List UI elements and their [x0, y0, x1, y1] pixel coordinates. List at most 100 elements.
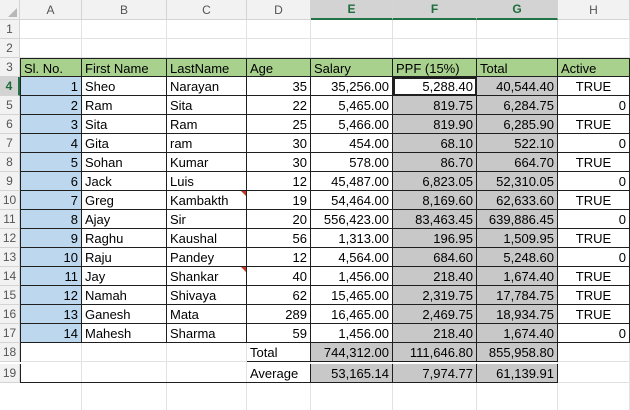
data-cell-h7[interactable]: 0 — [558, 134, 630, 153]
row-header-6[interactable]: 6 — [0, 115, 20, 134]
data-cell-c4[interactable]: Narayan — [167, 77, 247, 96]
data-cell-g5[interactable]: 6,284.75 — [477, 96, 558, 115]
data-cell-b13[interactable]: Raju — [82, 248, 167, 267]
data-cell-d10[interactable]: 19 — [247, 191, 311, 210]
row-header-13[interactable]: 13 — [0, 248, 20, 267]
data-cell-e17[interactable]: 1,456.00 — [311, 324, 393, 343]
data-cell-d11[interactable]: 20 — [247, 210, 311, 229]
column-header-f[interactable]: F — [393, 0, 477, 20]
data-cell-a6[interactable]: 3 — [20, 115, 82, 134]
data-cell-a9[interactable]: 6 — [20, 172, 82, 191]
data-cell-e12[interactable]: 1,313.00 — [311, 229, 393, 248]
data-cell-b16[interactable]: Ganesh — [82, 305, 167, 324]
column-header-g[interactable]: G — [477, 0, 558, 20]
summary-label-18[interactable]: Total — [247, 343, 311, 362]
data-cell-a11[interactable]: 8 — [20, 210, 82, 229]
row-header-3[interactable]: 3 — [0, 58, 20, 77]
data-cell-f12[interactable]: 196.95 — [393, 229, 477, 248]
data-cell-f5[interactable]: 819.75 — [393, 96, 477, 115]
column-header-d[interactable]: D — [247, 0, 311, 20]
data-cell-e5[interactable]: 5,465.00 — [311, 96, 393, 115]
data-cell-d4[interactable]: 35 — [247, 77, 311, 96]
data-cell-e7[interactable]: 454.00 — [311, 134, 393, 153]
column-header-b[interactable]: B — [82, 0, 167, 20]
header-cell-c[interactable]: LastName — [167, 58, 247, 77]
data-cell-e9[interactable]: 45,487.00 — [311, 172, 393, 191]
data-cell-h11[interactable]: 0 — [558, 210, 630, 229]
column-header-e[interactable]: E — [311, 0, 393, 20]
data-cell-f17[interactable]: 218.40 — [393, 324, 477, 343]
data-cell-b6[interactable]: Sita — [82, 115, 167, 134]
data-cell-h6[interactable]: TRUE — [558, 115, 630, 134]
column-header-c[interactable]: C — [167, 0, 247, 20]
select-all-corner[interactable] — [0, 0, 20, 20]
header-cell-d[interactable]: Age — [247, 58, 311, 77]
data-cell-h4[interactable]: TRUE — [558, 77, 630, 96]
data-cell-e11[interactable]: 556,423.00 — [311, 210, 393, 229]
data-cell-f10[interactable]: 8,169.60 — [393, 191, 477, 210]
data-cell-h13[interactable]: 0 — [558, 248, 630, 267]
row-header-9[interactable]: 9 — [0, 172, 20, 191]
data-cell-a10[interactable]: 7 — [20, 191, 82, 210]
data-cell-c12[interactable]: Kaushal — [167, 229, 247, 248]
data-cell-c9[interactable]: Luis — [167, 172, 247, 191]
header-cell-h[interactable]: Active — [558, 58, 630, 77]
row-header-16[interactable]: 16 — [0, 305, 20, 324]
data-cell-f14[interactable]: 218.40 — [393, 267, 477, 286]
row-header-8[interactable]: 8 — [0, 153, 20, 172]
data-cell-h9[interactable]: 0 — [558, 172, 630, 191]
spreadsheet-grid[interactable]: ABCDEFGH 1 2 3 4 5 6 7 8 9 10 11 12 13 14 15 16 17 18 19 S… — [0, 0, 630, 410]
data-cell-h10[interactable]: TRUE — [558, 191, 630, 210]
data-cell-e14[interactable]: 1,456.00 — [311, 267, 393, 286]
data-cell-f11[interactable]: 83,463.45 — [393, 210, 477, 229]
data-cell-b4[interactable]: Sheo — [82, 77, 167, 96]
data-cell-b11[interactable]: Ajay — [82, 210, 167, 229]
data-cell-b8[interactable]: Sohan — [82, 153, 167, 172]
summary-total-18[interactable]: 855,958.80 — [477, 343, 558, 362]
data-cell-f6[interactable]: 819.90 — [393, 115, 477, 134]
row-header-10[interactable]: 10 — [0, 191, 20, 210]
data-cell-d6[interactable]: 25 — [247, 115, 311, 134]
data-cell-f13[interactable]: 684.60 — [393, 248, 477, 267]
summary-total-19[interactable]: 61,139.91 — [477, 364, 558, 383]
data-cell-h16[interactable]: TRUE — [558, 305, 630, 324]
data-cell-e13[interactable]: 4,564.00 — [311, 248, 393, 267]
row-header-4[interactable]: 4 — [0, 77, 20, 96]
data-cell-e15[interactable]: 15,465.00 — [311, 286, 393, 305]
data-cell-b12[interactable]: Raghu — [82, 229, 167, 248]
data-cell-g16[interactable]: 18,934.75 — [477, 305, 558, 324]
data-cell-a15[interactable]: 12 — [20, 286, 82, 305]
data-cell-b15[interactable]: Namah — [82, 286, 167, 305]
data-cell-c11[interactable]: Sir — [167, 210, 247, 229]
data-cell-f7[interactable]: 68.10 — [393, 134, 477, 153]
data-cell-g9[interactable]: 52,310.05 — [477, 172, 558, 191]
row-header-12[interactable]: 12 — [0, 229, 20, 248]
data-cell-b5[interactable]: Ram — [82, 96, 167, 115]
data-cell-d8[interactable]: 30 — [247, 153, 311, 172]
data-cell-c7[interactable]: ram — [167, 134, 247, 153]
data-cell-c8[interactable]: Kumar — [167, 153, 247, 172]
data-cell-d5[interactable]: 22 — [247, 96, 311, 115]
header-cell-b[interactable]: First Name — [82, 58, 167, 77]
data-cell-a4[interactable]: 1 — [20, 77, 82, 96]
data-cell-a17[interactable]: 14 — [20, 324, 82, 343]
data-cell-g6[interactable]: 6,285.90 — [477, 115, 558, 134]
data-cell-e10[interactable]: 54,464.00 — [311, 191, 393, 210]
row-header-18[interactable]: 18 — [0, 343, 20, 362]
data-cell-b9[interactable]: Jack — [82, 172, 167, 191]
data-cell-a16[interactable]: 13 — [20, 305, 82, 324]
data-cell-g12[interactable]: 1,509.95 — [477, 229, 558, 248]
data-cell-h15[interactable]: TRUE — [558, 286, 630, 305]
row-header-2[interactable]: 2 — [0, 39, 20, 58]
data-cell-d16[interactable]: 289 — [247, 305, 311, 324]
data-cell-d14[interactable]: 40 — [247, 267, 311, 286]
data-cell-c14[interactable]: Shankar — [167, 267, 247, 286]
column-header-a[interactable]: A — [20, 0, 82, 20]
data-cell-e16[interactable]: 16,465.00 — [311, 305, 393, 324]
data-cell-h5[interactable]: 0 — [558, 96, 630, 115]
data-cell-g11[interactable]: 639,886.45 — [477, 210, 558, 229]
summary-ppf-18[interactable]: 111,646.80 — [393, 343, 477, 362]
data-cell-b14[interactable]: Jay — [82, 267, 167, 286]
data-cell-c13[interactable]: Pandey — [167, 248, 247, 267]
data-cell-d17[interactable]: 59 — [247, 324, 311, 343]
